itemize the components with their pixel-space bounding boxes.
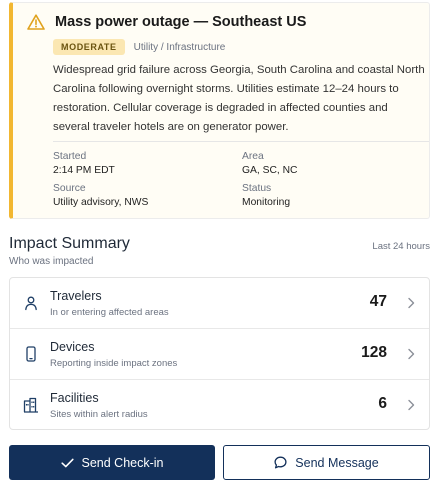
row-count: 128 [361,344,387,361]
started-value: 2:14 PM EDT [53,165,115,176]
area-field: Area GA, SC, NC [242,151,298,176]
started-field: Started 2:14 PM EDT [53,151,115,176]
alert-description: Widespread grid failure across Georgia, … [53,64,425,133]
check-icon [60,458,74,467]
alert-card: Mass power outage — Southeast US MODERAT… [9,2,430,219]
phone-icon [26,346,36,362]
row-subtitle: Reporting inside impact zones [50,358,178,369]
impact-row-devices[interactable]: Devices Reporting inside impact zones 12… [10,329,429,380]
row-title: Devices [50,340,95,354]
impact-list: Travelers In or entering affected areas … [9,277,430,430]
status-value: Monitoring [242,197,291,208]
send-checkin-label: Send Check-in [81,455,164,470]
alert-title: Mass power outage — Southeast US [55,14,307,30]
chevron-right-icon [408,348,415,360]
send-message-label: Send Message [295,455,379,470]
row-title: Travelers [50,289,102,303]
alert-divider [53,141,429,142]
started-label: Started [53,151,87,162]
source-field: Source Utility advisory, NWS [53,183,148,208]
alert-tags: MODERATE Utility / Infrastructure [53,39,225,55]
status-label: Status [242,183,272,194]
source-label: Source [53,183,86,194]
chevron-right-icon [408,399,415,411]
severity-badge: MODERATE [53,39,125,55]
impact-title: Impact Summary [9,235,130,252]
impact-timeframe: Last 24 hours [372,241,430,252]
row-title: Facilities [50,391,99,405]
chat-bubble-icon [274,456,287,469]
area-value: GA, SC, NC [242,165,298,176]
row-count: 6 [378,395,387,412]
alert-category: Utility / Infrastructure [133,41,226,53]
row-subtitle: In or entering affected areas [50,307,169,318]
warning-icon [27,14,45,30]
impact-subtitle: Who was impacted [9,256,94,267]
source-value: Utility advisory, NWS [53,197,149,208]
row-subtitle: Sites within alert radius [50,409,148,420]
chevron-right-icon [408,297,415,309]
status-field: Status Monitoring [242,183,290,208]
impact-row-facilities[interactable]: Facilities Sites within alert radius 6 [10,380,429,429]
row-count: 47 [369,293,387,310]
area-label: Area [242,151,264,162]
alert-header: Mass power outage — Southeast US [27,14,306,30]
impact-header: Impact Summary Who was impacted [9,235,130,267]
impact-row-travelers[interactable]: Travelers In or entering affected areas … [10,278,429,329]
person-icon [25,296,37,311]
building-icon [23,397,38,413]
send-message-button[interactable]: Send Message [223,445,430,480]
send-checkin-button[interactable]: Send Check-in [9,445,215,480]
